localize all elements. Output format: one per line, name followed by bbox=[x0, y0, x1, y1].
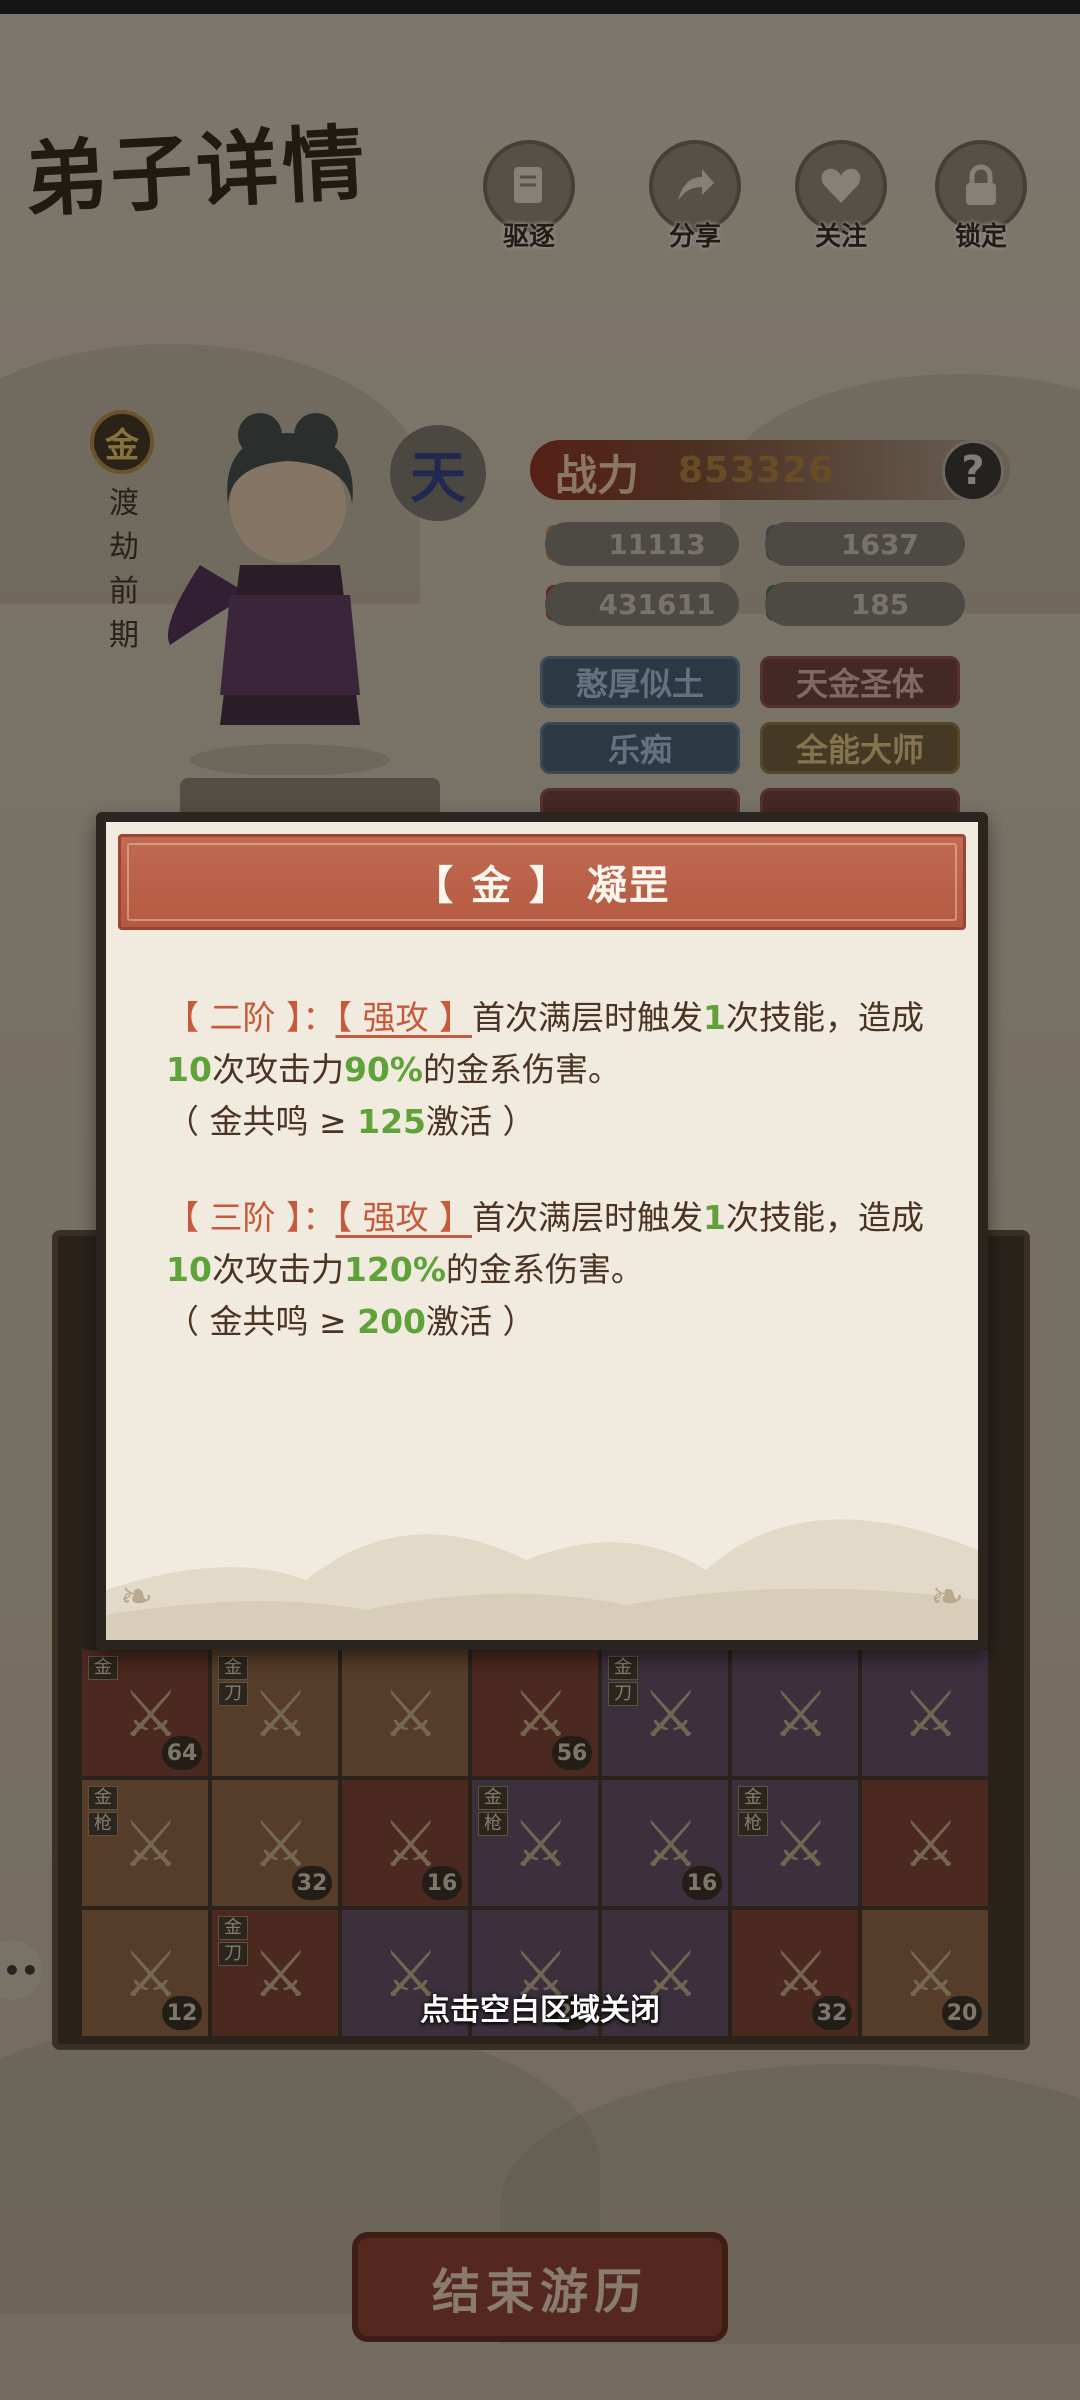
corner-ornament-left: ❧ bbox=[120, 1574, 154, 1620]
skill-detail-dialog: 【 金 】 凝罡 【 二阶 】：【 强攻 】首次满层时触发1次技能，造成10次攻… bbox=[96, 812, 988, 1650]
tier-number: 10 bbox=[166, 1050, 212, 1089]
tier-text: 首次满层时触发 bbox=[471, 998, 703, 1037]
tier-label: 【 二阶 】： bbox=[166, 998, 336, 1037]
tier-number: 120% bbox=[343, 1250, 446, 1289]
status-bar bbox=[0, 0, 1080, 14]
tier-text: 首次满层时触发 bbox=[471, 1198, 703, 1237]
tier-number: 90% bbox=[343, 1050, 423, 1089]
dialog-mountain-decoration bbox=[106, 1440, 978, 1640]
tier-number: 10 bbox=[166, 1250, 212, 1289]
tier-label: 【 三阶 】： bbox=[166, 1198, 336, 1237]
skill-link[interactable]: 【 强攻 】 bbox=[335, 998, 471, 1037]
tier-text: 的金系伤害。 bbox=[422, 1050, 621, 1089]
tier-number: 1 bbox=[702, 998, 726, 1037]
dialog-header: 【 金 】 凝罡 bbox=[118, 834, 966, 930]
tier-text: 次技能，造成 bbox=[725, 998, 924, 1037]
activation-condition: （ 金共鸣 ≥ bbox=[166, 1302, 358, 1341]
dialog-body: 【 二阶 】：【 强攻 】首次满层时触发1次技能，造成10次攻击力90%的金系伤… bbox=[166, 992, 936, 1392]
skill-link[interactable]: 【 强攻 】 bbox=[335, 1198, 471, 1237]
activation-condition: （ 金共鸣 ≥ bbox=[166, 1102, 358, 1141]
tier-text: 次技能，造成 bbox=[725, 1198, 924, 1237]
tier-text: 次攻击力 bbox=[211, 1050, 344, 1089]
tier-block-3: 【 三阶 】：【 强攻 】首次满层时触发1次技能，造成 10次攻击力120%的金系… bbox=[166, 1192, 936, 1348]
corner-ornament-right: ❧ bbox=[930, 1574, 964, 1620]
activation-value: 200 bbox=[357, 1302, 427, 1341]
activation-condition: 激活 ） bbox=[426, 1102, 536, 1141]
activation-value: 125 bbox=[357, 1102, 427, 1141]
tier-block-2: 【 二阶 】：【 强攻 】首次满层时触发1次技能，造成 10次攻击力90%的金系伤… bbox=[166, 992, 936, 1148]
close-hint: 点击空白区域关闭 bbox=[420, 1993, 660, 2028]
tier-text: 次攻击力 bbox=[211, 1250, 344, 1289]
activation-condition: 激活 ） bbox=[426, 1302, 536, 1341]
tier-number: 1 bbox=[702, 1198, 726, 1237]
dialog-title: 【 金 】 凝罡 bbox=[413, 863, 671, 909]
tier-text: 的金系伤害。 bbox=[445, 1250, 644, 1289]
